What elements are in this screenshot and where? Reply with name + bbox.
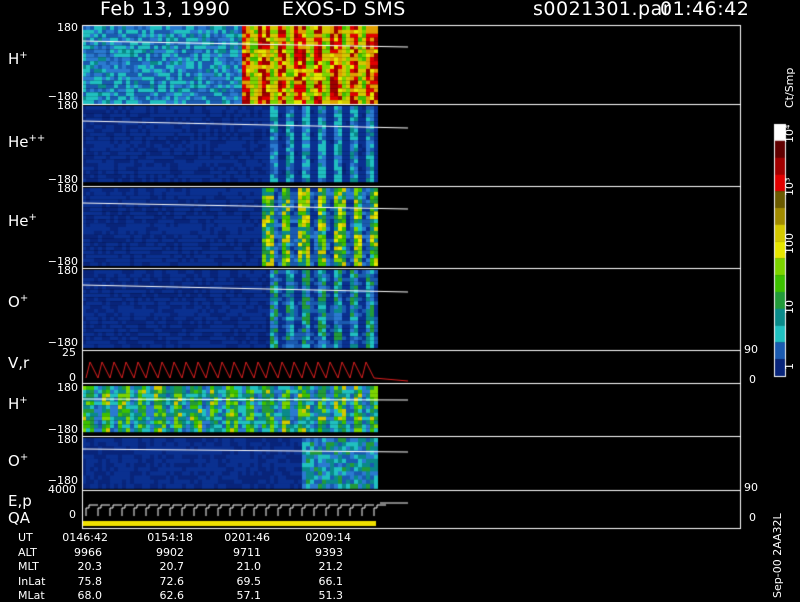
alt-value-4: 9393 <box>315 546 343 559</box>
footer-label-ut: UT <box>18 531 33 544</box>
footer-label-alt: ALT <box>18 546 37 559</box>
tick-vr-top: 25 <box>62 346 76 359</box>
colorbar-title: Ct/Smp <box>783 67 796 108</box>
mlt-value-4: 21.2 <box>318 560 344 573</box>
colorbar-label-1e3: 10³ <box>783 177 796 196</box>
footer-label-mlt: MLT <box>18 560 39 573</box>
panel-label-qa: QA <box>8 509 31 527</box>
right-tick-ep-bot: 0 <box>749 511 756 524</box>
panel-label-h-plus: H+ <box>8 50 28 68</box>
panel-label-he-plusplus: He++ <box>8 133 46 151</box>
ut-value-2: 0154:18 <box>147 531 193 544</box>
inlat-value-4: 66.1 <box>318 575 344 588</box>
ut-value-3: 0201:46 <box>224 531 270 544</box>
inlat-value-2: 72.6 <box>159 575 185 588</box>
alt-value-3: 9711 <box>233 546 261 559</box>
panel-label-h-plus-2: H+ <box>8 395 28 413</box>
panel-label-vr: V,r <box>8 354 30 372</box>
tick-o1-top: 180 <box>57 264 78 277</box>
spectrogram-canvas <box>0 0 800 600</box>
production-stamp: Sep-00 2AA32L <box>771 513 784 598</box>
alt-value-2: 9902 <box>156 546 184 559</box>
footer-label-mlat: MLat <box>18 589 45 602</box>
tick-h-top: 180 <box>57 21 78 34</box>
panel-label-o-plus: O+ <box>8 293 29 311</box>
colorbar-label-1e4: 10⁴ <box>783 124 796 143</box>
mlat-value-2: 62.6 <box>159 589 185 602</box>
colorbar-label-100: 100 <box>783 233 796 254</box>
tick-he1-top: 180 <box>57 182 78 195</box>
tick-ep-bot: 0 <box>69 508 76 521</box>
mlat-value-3: 57.1 <box>236 589 262 602</box>
file-name: s0021301.par <box>533 0 672 20</box>
panel-label-he-plus: He+ <box>8 212 37 230</box>
ut-value-4: 0209:14 <box>305 531 351 544</box>
plot-date: Feb 13, 1990 <box>100 0 231 20</box>
panel-label-ep: E,p <box>8 492 32 510</box>
mlat-value-1: 68.0 <box>77 589 103 602</box>
mlt-value-1: 20.3 <box>77 560 103 573</box>
tick-ep-top: 4000 <box>48 483 76 496</box>
ut-value-1: 0146:42 <box>62 531 108 544</box>
colorbar-label-1: 1 <box>783 363 796 370</box>
instrument-name: EXOS-D SMS <box>282 0 406 20</box>
right-tick-vr-bot: 0 <box>749 373 756 386</box>
tick-he2-top: 180 <box>57 99 78 112</box>
right-tick-vr-top: 90 <box>744 343 758 356</box>
plot-time: 01:46:42 <box>660 0 750 20</box>
tick-o2-top: 180 <box>57 433 78 446</box>
alt-value-1: 9966 <box>74 546 102 559</box>
tick-h2-top: 180 <box>57 381 78 394</box>
colorbar-label-10: 10 <box>783 300 796 314</box>
panel-label-o-plus-2: O+ <box>8 452 29 470</box>
mlt-value-2: 20.7 <box>159 560 185 573</box>
mlt-value-3: 21.0 <box>236 560 262 573</box>
inlat-value-1: 75.8 <box>77 575 103 588</box>
right-tick-ep-top: 90 <box>744 481 758 494</box>
inlat-value-3: 69.5 <box>236 575 262 588</box>
mlat-value-4: 51.3 <box>318 589 344 602</box>
